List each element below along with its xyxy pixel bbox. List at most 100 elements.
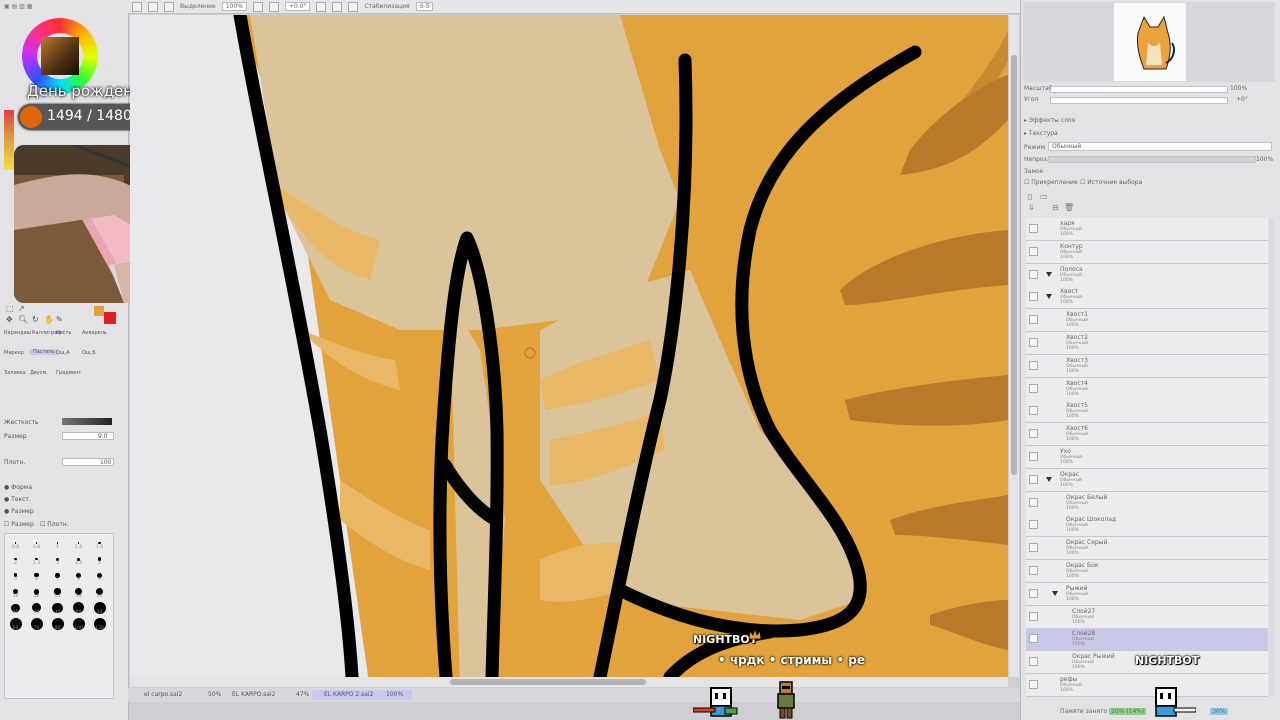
- toolbar-button[interactable]: [148, 1, 158, 12]
- visibility-eye-icon[interactable]: [1029, 566, 1038, 575]
- visibility-eye-icon[interactable]: [1029, 269, 1038, 279]
- hand-tool-icon[interactable]: ✋: [44, 315, 54, 324]
- file-tab-active[interactable]: EL KARPO 2.sai2 100%: [312, 690, 412, 700]
- visibility-eye-icon[interactable]: [1029, 657, 1038, 667]
- canvas-vertical-scrollbar[interactable]: [1009, 15, 1019, 677]
- flip-icon[interactable]: [332, 1, 343, 12]
- brush-size-option[interactable]: 1: [47, 536, 68, 552]
- new-layer-icon[interactable]: ▯: [1028, 192, 1032, 201]
- layer-row[interactable]: Хвост4 Обычный 100%: [1026, 377, 1268, 401]
- folder-chevron-down-icon[interactable]: [1046, 476, 1052, 482]
- blend-mode-select[interactable]: Обычный: [1048, 142, 1272, 151]
- layer-row[interactable]: Хвост5 Обычный 100%: [1026, 400, 1268, 424]
- clip-checkbox[interactable]: ☐ Прикрепление: [1024, 179, 1078, 186]
- brush-size-option[interactable]: 40: [68, 601, 89, 617]
- visibility-eye-icon[interactable]: [1029, 429, 1038, 439]
- visibility-eye-icon[interactable]: [1029, 611, 1038, 621]
- layer-row[interactable]: Хвост Обычный 100%: [1026, 286, 1268, 310]
- brush-size-option[interactable]: 0.6: [5, 536, 26, 552]
- color-sliders[interactable]: [4, 110, 14, 170]
- select-tool-icon[interactable]: ⬚: [6, 304, 14, 313]
- toolbar-button[interactable]: [164, 1, 174, 12]
- brush-size-option[interactable]: 120: [89, 617, 110, 633]
- visibility-eye-icon[interactable]: [1029, 452, 1038, 461]
- nav-angle-slider[interactable]: [1050, 97, 1228, 104]
- brush-size-option[interactable]: 14: [47, 585, 68, 601]
- brush-size-option[interactable]: 8: [68, 568, 89, 584]
- subtool-pastel[interactable]: Пастель: [30, 349, 58, 355]
- brush-size-option[interactable]: 70: [26, 617, 47, 633]
- layer-row[interactable]: Слой27 Обычный 100%: [1026, 605, 1268, 629]
- visibility-eye-icon[interactable]: [1029, 224, 1038, 233]
- opacity-slider[interactable]: [1048, 156, 1256, 163]
- vertical-scroll-thumb[interactable]: [1011, 55, 1017, 475]
- visibility-eye-icon[interactable]: [1029, 520, 1038, 530]
- brush-size-option[interactable]: 80: [47, 617, 68, 633]
- zoom-field[interactable]: 100%: [221, 2, 247, 11]
- brush-size-option[interactable]: 0.8: [26, 536, 47, 552]
- folder-chevron-down-icon[interactable]: [1046, 294, 1052, 300]
- layer-row[interactable]: Ухо Обычный 100%: [1026, 446, 1268, 469]
- layer-row[interactable]: Окрас Белый Обычный 100%: [1026, 491, 1268, 515]
- subtool-blur-a[interactable]: Ощ.А: [56, 350, 70, 356]
- rotate-icon[interactable]: [316, 1, 327, 12]
- zoom-out-icon[interactable]: [252, 1, 263, 12]
- brush-size-option[interactable]: 9: [89, 568, 110, 584]
- subtool-fill[interactable]: Заливка: [4, 370, 26, 376]
- layer-row[interactable]: Рыжий Обычный 100%: [1026, 582, 1268, 606]
- brush-size-option[interactable]: 3: [47, 552, 68, 568]
- folder-chevron-down-icon[interactable]: [1046, 271, 1052, 277]
- brush-size-option[interactable]: 7: [47, 568, 68, 584]
- brush-size-option[interactable]: 20: [89, 585, 110, 601]
- brush-size-option[interactable]: 60: [5, 617, 26, 633]
- nav-zoom-slider[interactable]: [1050, 86, 1228, 93]
- visibility-eye-icon[interactable]: [1029, 360, 1038, 370]
- file-tab[interactable]: EL KARPO.sai2 47%: [220, 690, 322, 700]
- visibility-eye-icon[interactable]: [1029, 406, 1038, 416]
- brush-size-option[interactable]: 35: [47, 601, 68, 617]
- delete-layer-icon[interactable]: 🗑︎: [1064, 203, 1074, 212]
- folder-chevron-down-icon[interactable]: [1052, 590, 1058, 596]
- subtool-binary[interactable]: Двусм.: [30, 370, 48, 376]
- visibility-eye-icon[interactable]: [1029, 680, 1038, 689]
- brush-size-option[interactable]: 25: [5, 601, 26, 617]
- brush-size-option[interactable]: 5: [5, 568, 26, 584]
- rotate-tool-icon[interactable]: ↻: [32, 315, 39, 324]
- merge-icon[interactable]: ⇓: [1028, 203, 1035, 212]
- selection-source-checkbox[interactable]: ☐ Источник выбора: [1080, 179, 1142, 186]
- tool-icons[interactable]: ⬚ ↗ ✥ 🔍︎ ↻ ✋ ✎: [4, 304, 122, 326]
- visibility-eye-icon[interactable]: [1029, 292, 1038, 302]
- brush-size-option[interactable]: 10: [5, 585, 26, 601]
- layer-row[interactable]: Хвост6 Обычный 100%: [1026, 423, 1268, 447]
- brush-size-option[interactable]: 50: [89, 601, 110, 617]
- subtool-gradient[interactable]: Градиент: [56, 370, 81, 376]
- subtool-blur-b[interactable]: Ощ.Б: [82, 350, 96, 356]
- visibility-eye-icon[interactable]: [1029, 338, 1038, 347]
- layer-row[interactable]: Окрас Обычный 100%: [1026, 468, 1268, 492]
- brush-size-option[interactable]: 16: [68, 585, 89, 601]
- visibility-eye-icon[interactable]: [1029, 497, 1038, 507]
- canvas-horizontal-scrollbar[interactable]: [130, 677, 1008, 687]
- selection-label[interactable]: Выделение: [180, 3, 216, 10]
- eyedropper-tool-icon[interactable]: ✎: [56, 315, 63, 324]
- check-density[interactable]: ☐ Плотн.: [40, 521, 69, 528]
- drawing-canvas[interactable]: [130, 15, 1008, 677]
- layer-row[interactable]: Окрас Серый Обычный 100%: [1026, 537, 1268, 561]
- horizontal-scroll-thumb[interactable]: [450, 679, 646, 685]
- hardness-selector[interactable]: [62, 418, 112, 425]
- section-texture[interactable]: ● Текст.: [4, 496, 31, 503]
- menu-icons[interactable]: ▣ ▤ ▥ ▦: [4, 3, 32, 10]
- brush-size-option[interactable]: 2: [5, 552, 26, 568]
- visibility-eye-icon[interactable]: [1029, 543, 1038, 553]
- clear-icon[interactable]: ⊟: [1052, 203, 1059, 212]
- secondary-color-swatch[interactable]: [94, 306, 104, 316]
- layer-row[interactable]: Хвост3 Обычный 100%: [1026, 354, 1268, 378]
- zoom-in-icon[interactable]: [268, 1, 279, 12]
- layer-row[interactable]: Хвост2 Обычный 100%: [1026, 332, 1268, 355]
- lasso-tool-icon[interactable]: ↗: [18, 304, 25, 313]
- brush-size-option[interactable]: 12: [26, 585, 47, 601]
- layer-effects-toggle[interactable]: ▸ Эффекты слоя: [1024, 117, 1075, 124]
- visibility-eye-icon[interactable]: [1029, 634, 1038, 644]
- visibility-eye-icon[interactable]: [1029, 588, 1038, 598]
- check-size[interactable]: ☐ Размер: [4, 521, 34, 528]
